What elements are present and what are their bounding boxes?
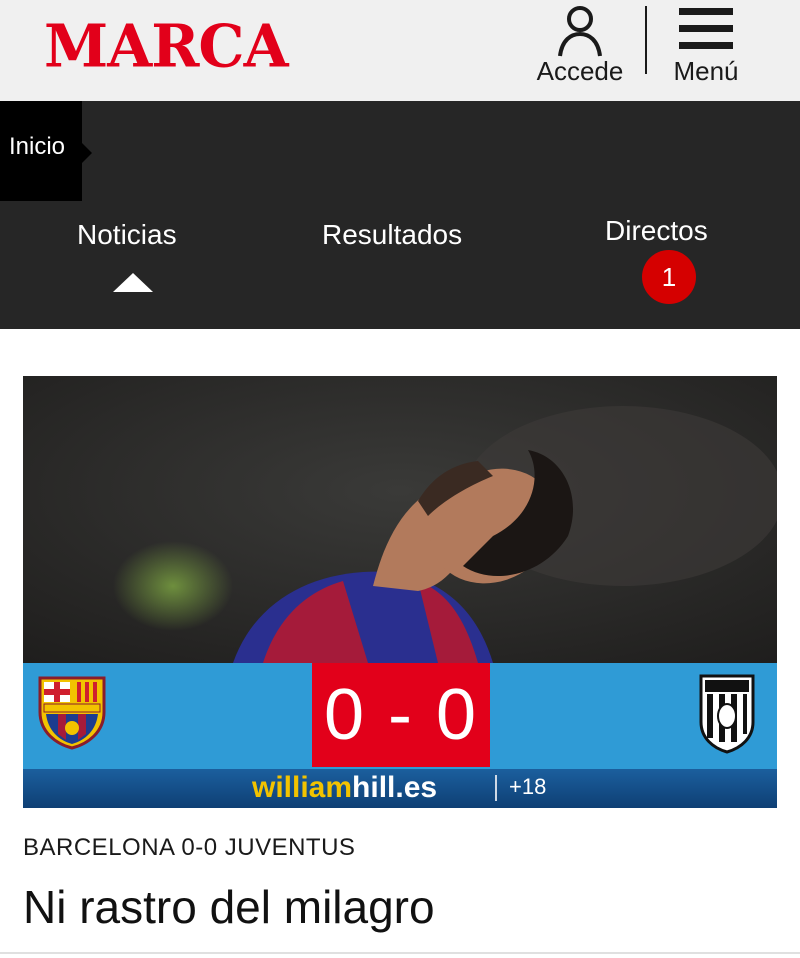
- directos-count-badge: 1: [642, 250, 696, 304]
- menu-button[interactable]: Menú: [664, 6, 748, 87]
- divider: [0, 952, 800, 954]
- tab-noticias[interactable]: Noticias: [77, 219, 177, 251]
- user-icon: [558, 6, 602, 57]
- match-score: 0 - 0: [312, 663, 490, 767]
- article-kicker: BARCELONA 0-0 JUVENTUS: [23, 834, 356, 861]
- sponsor-divider: [495, 775, 497, 801]
- sponsor-logo: williamhill.es: [252, 771, 438, 804]
- menu-label: Menú: [673, 56, 739, 86]
- article-headline[interactable]: Ni rastro del milagro: [23, 880, 435, 934]
- age-notice: +18: [509, 774, 547, 799]
- juventus-crest-icon: [699, 674, 755, 754]
- marca-logo[interactable]: MARCA: [44, 11, 289, 80]
- active-tab-indicator: [113, 273, 153, 292]
- breadcrumb-inicio[interactable]: Inicio: [0, 101, 92, 201]
- article-photo: [23, 376, 777, 663]
- accede-button[interactable]: Accede: [526, 4, 634, 87]
- tab-resultados[interactable]: Resultados: [322, 219, 462, 251]
- hamburger-icon: [679, 8, 733, 49]
- barcelona-crest-icon: [38, 676, 106, 750]
- header-divider: [645, 6, 647, 74]
- tab-directos[interactable]: Directos: [605, 215, 708, 247]
- accede-label: Accede: [536, 56, 624, 86]
- article-hero[interactable]: 0 - 0 williamhill.es +18: [23, 376, 777, 808]
- breadcrumb-label: Inicio: [9, 133, 66, 160]
- top-header: MARCA Accede Menú: [0, 0, 800, 101]
- sponsor-bar[interactable]: williamhill.es +18: [23, 769, 777, 808]
